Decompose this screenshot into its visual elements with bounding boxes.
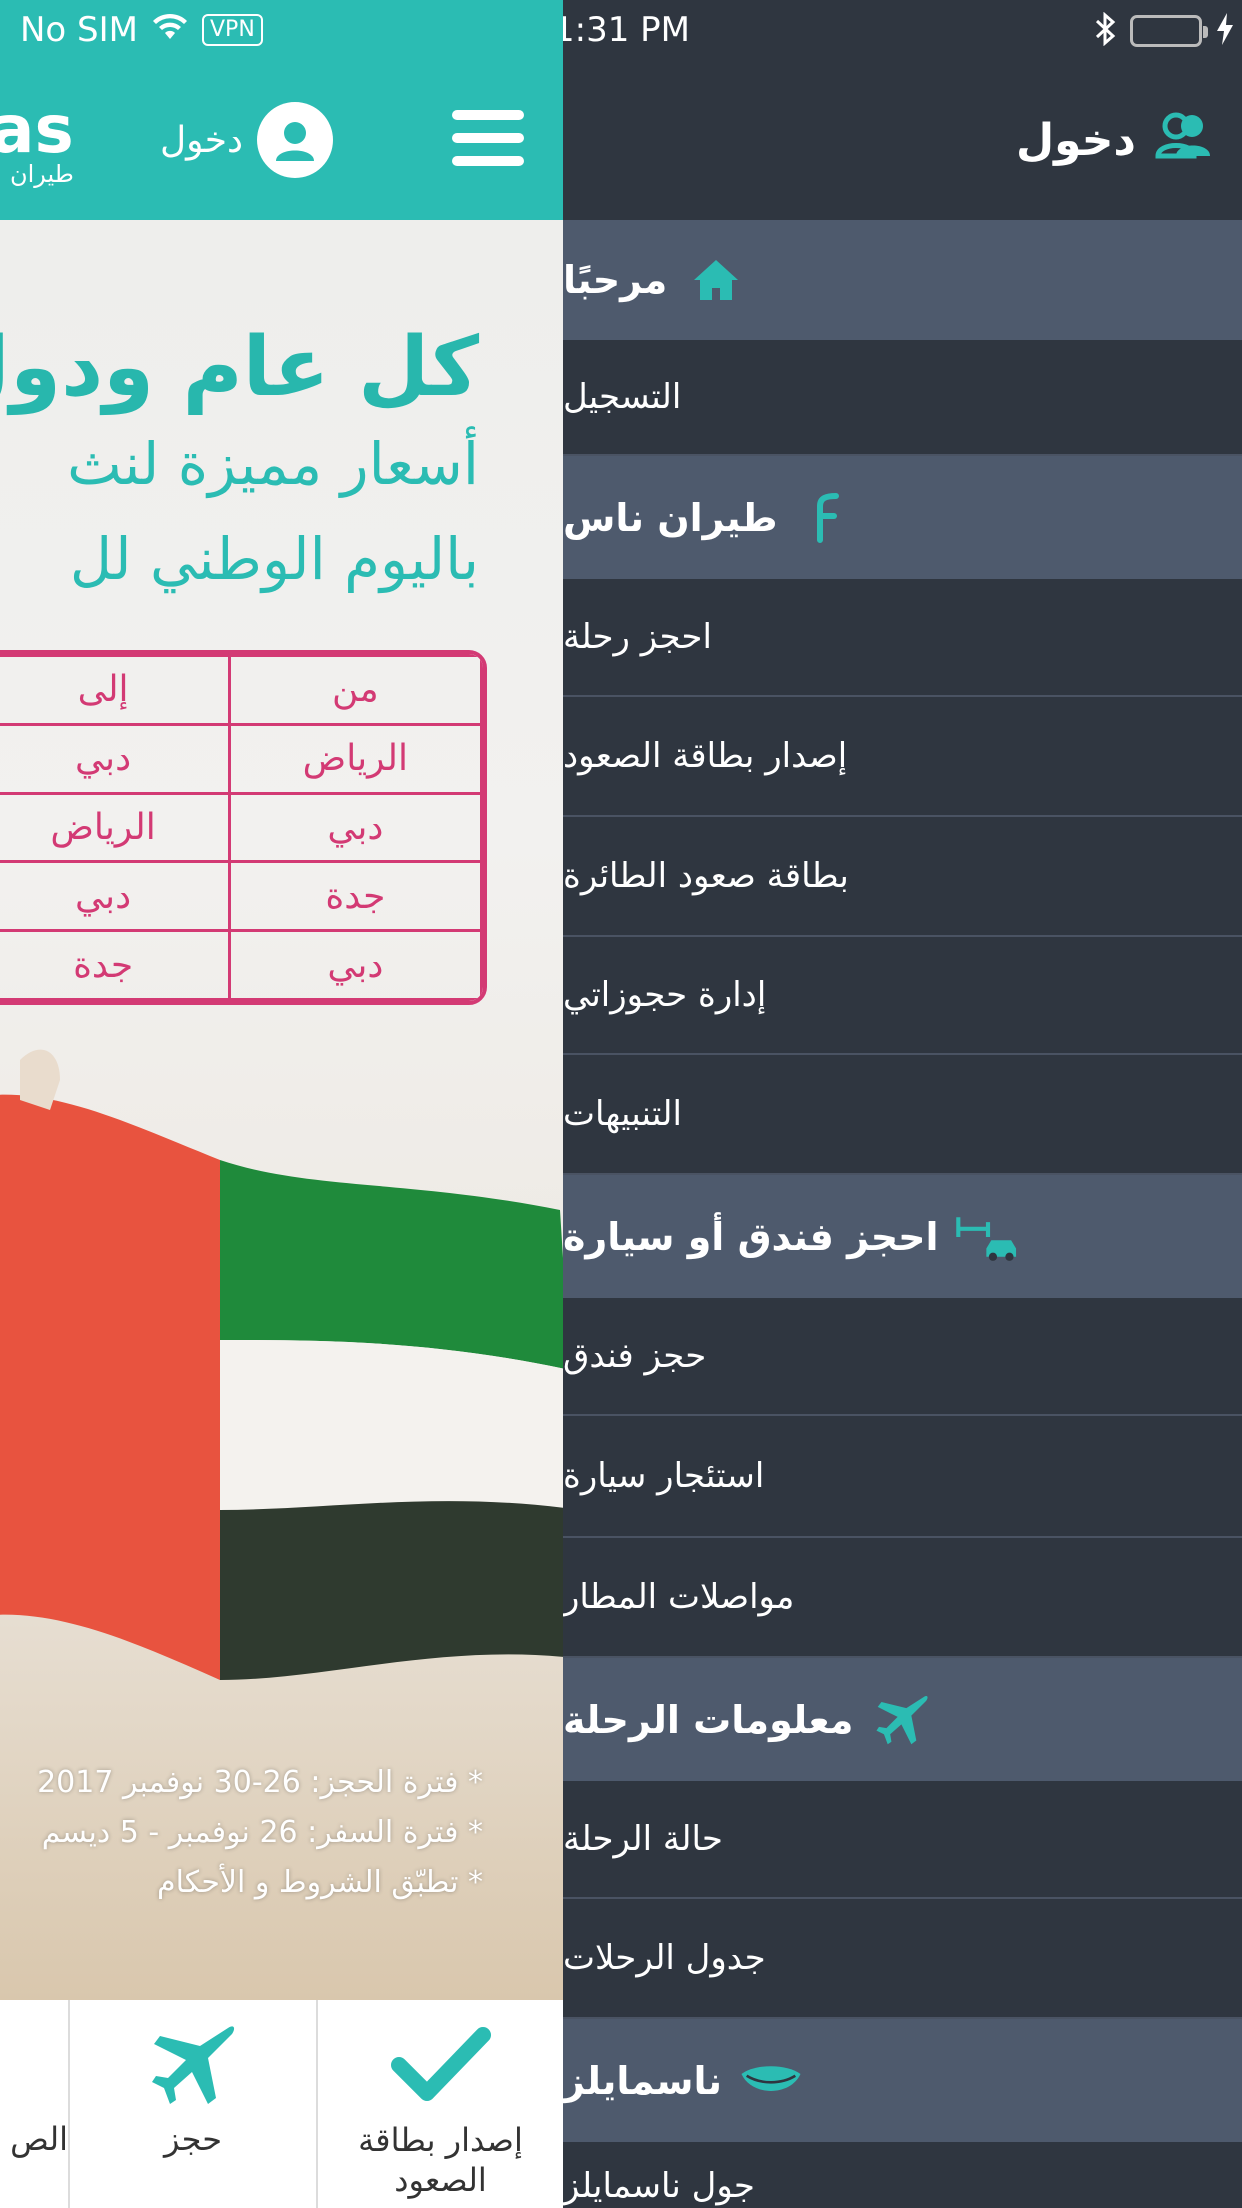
table-header-to: إلى (0, 654, 231, 726)
table-cell: دبي (0, 722, 231, 795)
terms-line-3: * تطبّق الشروط و الأحكام (157, 1865, 483, 1900)
logo-text: as (0, 91, 74, 168)
menu-section-0[interactable]: مرحبًا (563, 220, 1242, 340)
menu-item-13[interactable]: حالة الرحلة (563, 1781, 1242, 1899)
app-header: No SIM VPN as طيران دخول (0, 0, 563, 220)
menu-item-11[interactable]: مواصلات المطار (563, 1538, 1242, 1658)
drawer-login-label: دخول (1015, 115, 1136, 166)
hotel-car-icon (955, 1207, 1021, 1267)
menu-item-6[interactable]: إدارة حجوزاتي (563, 937, 1242, 1055)
battery-icon (1130, 15, 1208, 47)
tab-label: حجز (163, 2120, 223, 2158)
menu-label: حجز فندق (563, 1336, 707, 1376)
tab-label: الص (10, 2120, 68, 2158)
table-header-from: من (227, 654, 483, 726)
nasmiles-icon (738, 2059, 804, 2103)
vpn-badge: VPN (202, 14, 263, 46)
menu-label: احجز فندق أو سيارة (563, 1214, 939, 1259)
status-bar-left: No SIM VPN (20, 10, 263, 50)
table-row: جدة دبي (0, 860, 483, 933)
menu-section-8[interactable]: احجز فندق أو سيارة (563, 1175, 1242, 1298)
tab-divider (68, 2000, 70, 2208)
menu-section-2[interactable]: طيران ناس (563, 456, 1242, 579)
promo-headline: كل عام ودول (0, 320, 479, 415)
table-cell: الرياض (0, 791, 231, 864)
bluetooth-icon (1094, 11, 1116, 50)
menu-item-7[interactable]: التنبيهات (563, 1055, 1242, 1175)
menu-label: جول ناسمايلز (563, 2166, 755, 2206)
table-cell: دبي (227, 791, 483, 864)
menu-label: جدول الرحلات (563, 1938, 766, 1978)
side-menu-drawer: 1:31 PM دخول مرحبًا التسجيل طيران ناس احجز … (563, 0, 1242, 2208)
airplane-icon (148, 2010, 238, 2120)
menu-label: استئجار سيارة (563, 1456, 765, 1496)
flynas-icon (794, 492, 860, 544)
table-cell: دبي (227, 929, 483, 1001)
carrier-label: No SIM (20, 10, 138, 50)
menu-label: معلومات الرحلة (563, 1697, 854, 1742)
brand-logo[interactable]: as طيران (0, 97, 74, 189)
home-icon (683, 256, 749, 304)
checkmark-icon (390, 2010, 491, 2120)
menu-section-12[interactable]: معلومات الرحلة (563, 1658, 1242, 1781)
table-row: الرياض دبي (0, 722, 483, 795)
terms-line-2: * فترة السفر: 26 نوفمبر - 5 ديسم (41, 1815, 483, 1850)
menu-item-5[interactable]: بطاقة صعود الطائرة (563, 817, 1242, 937)
table-row: من إلى (0, 654, 483, 726)
menu-label: احجز رحلة (563, 617, 712, 657)
users-icon (1154, 110, 1212, 171)
menu-label: إدارة حجوزاتي (563, 975, 767, 1015)
menu-item-10[interactable]: استئجار سيارة (563, 1416, 1242, 1538)
table-row: دبي جدة (0, 929, 483, 1001)
menu-label: إصدار بطاقة الصعود (563, 736, 848, 776)
tab-booking[interactable]: حجز (70, 2000, 316, 2208)
bottom-tab-bar: إصدار بطاقة الصعود حجز الص (0, 2000, 563, 2208)
menu-item-9[interactable]: حجز فندق (563, 1298, 1242, 1416)
menu-item-16[interactable]: جول ناسمايلز (563, 2142, 1242, 2208)
tab-divider (316, 2000, 318, 2208)
status-time: 1:31 PM (563, 10, 690, 50)
hamburger-menu-icon[interactable] (452, 110, 524, 166)
table-cell: جدة (0, 929, 231, 1001)
promo-subtitle-2: باليوم الوطني لل (69, 525, 479, 593)
menu-item-4[interactable]: إصدار بطاقة الصعود (563, 697, 1242, 817)
menu-label: ناسمايلز (563, 2058, 723, 2103)
tab-boarding-pass[interactable]: إصدار بطاقة الصعود (318, 2000, 563, 2208)
menu-section-15[interactable]: ناسمايلز (563, 2019, 1242, 2142)
status-bar-right (1094, 11, 1234, 50)
table-cell: الرياض (227, 722, 483, 795)
promo-subtitle-1: أسعار مميزة لنث (67, 430, 479, 498)
user-avatar-icon (257, 102, 334, 178)
menu-label: حالة الرحلة (563, 1819, 723, 1859)
table-cell: جدة (227, 860, 483, 933)
menu-label: طيران ناس (563, 495, 778, 540)
routes-table: من إلى الرياض دبي دبي الرياض جدة دبي دبي… (0, 650, 487, 1005)
menu-item-14[interactable]: جدول الرحلات (563, 1899, 1242, 2019)
charging-icon (1216, 13, 1234, 49)
table-cell: دبي (0, 860, 231, 933)
logo-subtext: طيران (9, 160, 74, 188)
tab-label: إصدار بطاقة الصعود (358, 2121, 523, 2199)
wifi-icon (152, 10, 188, 50)
plane-icon (869, 1692, 935, 1748)
menu-label: التسجيل (563, 377, 682, 417)
promo-banner[interactable]: كل عام ودول أسعار مميزة لنث باليوم الوطن… (0, 220, 563, 2000)
drawer-login-button[interactable]: دخول (1016, 110, 1212, 171)
menu-item-3[interactable]: احجز رحلة (563, 579, 1242, 697)
menu-label: بطاقة صعود الطائرة (563, 856, 849, 896)
terms-line-1: * فترة الحجز: 26-30 نوفمبر 2017 (37, 1765, 483, 1800)
menu-item-1[interactable]: التسجيل (563, 340, 1242, 456)
table-row: دبي الرياض (0, 791, 483, 864)
header-login-label: دخول (160, 119, 244, 161)
tab-partial[interactable]: الص (0, 2000, 68, 2208)
menu-label: التنبيهات (563, 1094, 682, 1134)
menu-label: مواصلات المطار (563, 1577, 795, 1617)
header-login-button[interactable]: دخول (160, 102, 334, 178)
uae-flag-image (0, 1049, 563, 1680)
menu-label: مرحبًا (563, 258, 668, 302)
main-app-panel: No SIM VPN as طيران دخول كل عام ودول أسع… (0, 0, 563, 2208)
